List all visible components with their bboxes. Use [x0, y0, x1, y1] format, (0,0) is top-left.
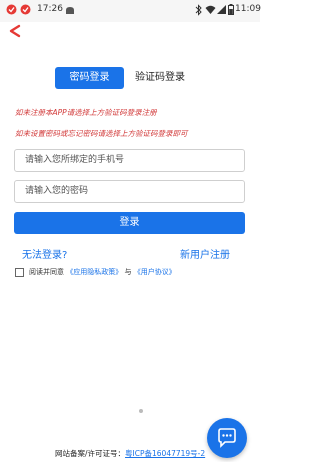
footer-icp: 网站备案/许可证号：粤ICP备16047719号-2: [55, 448, 205, 459]
status-bar: 17:26 11:09: [0, 0, 261, 22]
user-agreement-link[interactable]: 《用户协议》: [134, 268, 176, 276]
login-button[interactable]: 登录: [14, 212, 245, 234]
tab-password-login[interactable]: 密码登录: [55, 67, 124, 89]
notice-register: 如未注册本APP请选择上方验证码登录注册: [15, 108, 157, 117]
privacy-policy-link[interactable]: 《应用隐私政策》: [66, 268, 122, 276]
app-logo-icon-2: [20, 4, 31, 15]
android-icon: [66, 7, 74, 14]
agreement-prefix: 阅读并同意: [29, 268, 64, 276]
phone-input[interactable]: 请输入您所绑定的手机号: [14, 149, 245, 172]
password-input[interactable]: 请输入您的密码: [14, 180, 245, 203]
wifi-icon: [205, 5, 216, 14]
chat-bubble-icon: [218, 428, 236, 448]
chat-button[interactable]: [207, 418, 247, 458]
status-time-right: 11:09: [235, 4, 261, 14]
status-time: 17:26: [37, 4, 63, 14]
register-link[interactable]: 新用户注册: [180, 246, 230, 261]
notice-password: 如未设置密码或忘记密码请选择上方验证码登录即可: [15, 129, 188, 138]
back-arrow-icon[interactable]: [7, 23, 23, 39]
cannot-login-link[interactable]: 无法登录?: [22, 246, 67, 261]
agreement-text: 阅读并同意 《应用隐私政策》 与 《用户协议》: [29, 267, 176, 278]
agreement-and: 与: [124, 268, 132, 276]
signal-icon: [217, 5, 226, 14]
tab-code-login[interactable]: 验证码登录: [135, 67, 205, 89]
footer-label: 网站备案/许可证号：: [55, 449, 126, 458]
bluetooth-icon: [195, 4, 202, 16]
icp-link[interactable]: 粤ICP备16047719号-2: [125, 449, 205, 458]
battery-icon: [228, 4, 234, 15]
page-indicator-dot: [139, 409, 143, 413]
app-logo-icon: [6, 4, 17, 15]
agreement-checkbox[interactable]: [15, 268, 24, 277]
